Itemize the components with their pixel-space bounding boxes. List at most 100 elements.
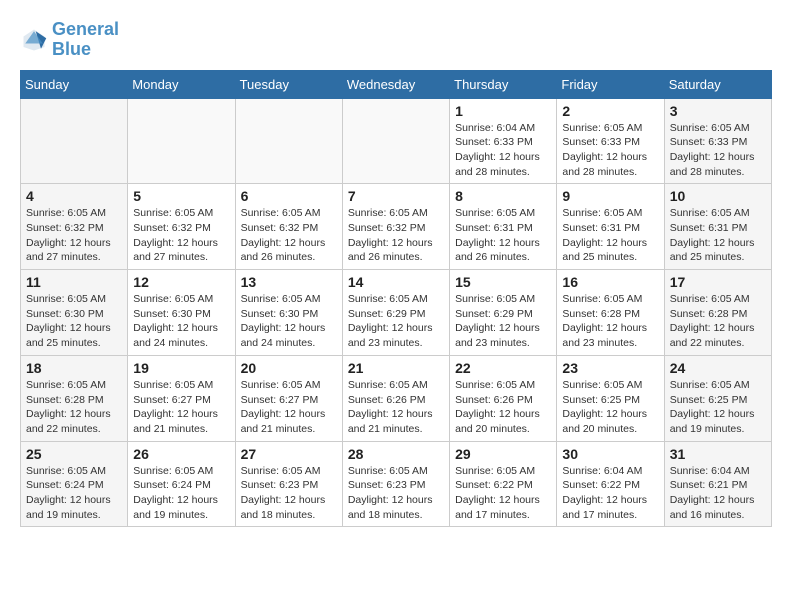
calendar-cell: 18 Sunrise: 6:05 AM Sunset: 6:28 PM Dayli… [21,355,128,441]
day-number: 22 [455,360,551,376]
logo: GeneralBlue [20,20,119,60]
day-info: Sunrise: 6:05 AM Sunset: 6:30 PM Dayligh… [241,292,337,351]
day-info: Sunrise: 6:05 AM Sunset: 6:32 PM Dayligh… [26,206,122,265]
day-info: Sunrise: 6:04 AM Sunset: 6:33 PM Dayligh… [455,121,551,180]
day-info: Sunrise: 6:05 AM Sunset: 6:22 PM Dayligh… [455,464,551,523]
day-info: Sunrise: 6:05 AM Sunset: 6:23 PM Dayligh… [241,464,337,523]
day-info: Sunrise: 6:05 AM Sunset: 6:32 PM Dayligh… [348,206,444,265]
day-number: 25 [26,446,122,462]
day-info: Sunrise: 6:05 AM Sunset: 6:33 PM Dayligh… [670,121,766,180]
calendar-cell: 14 Sunrise: 6:05 AM Sunset: 6:29 PM Dayli… [342,270,449,356]
day-number: 6 [241,188,337,204]
day-info: Sunrise: 6:05 AM Sunset: 6:31 PM Dayligh… [670,206,766,265]
day-number: 24 [670,360,766,376]
day-number: 28 [348,446,444,462]
calendar: SundayMondayTuesdayWednesdayThursdayFrid… [20,70,772,528]
calendar-week-row: 4 Sunrise: 6:05 AM Sunset: 6:32 PM Daylig… [21,184,772,270]
day-info: Sunrise: 6:05 AM Sunset: 6:28 PM Dayligh… [670,292,766,351]
calendar-cell: 10 Sunrise: 6:05 AM Sunset: 6:31 PM Dayli… [664,184,771,270]
day-info: Sunrise: 6:05 AM Sunset: 6:26 PM Dayligh… [348,378,444,437]
day-of-week-header: Thursday [450,70,557,98]
calendar-cell: 7 Sunrise: 6:05 AM Sunset: 6:32 PM Daylig… [342,184,449,270]
calendar-cell: 27 Sunrise: 6:05 AM Sunset: 6:23 PM Dayli… [235,441,342,527]
day-of-week-header: Wednesday [342,70,449,98]
day-info: Sunrise: 6:05 AM Sunset: 6:25 PM Dayligh… [670,378,766,437]
calendar-cell: 26 Sunrise: 6:05 AM Sunset: 6:24 PM Dayli… [128,441,235,527]
day-number: 10 [670,188,766,204]
day-number: 13 [241,274,337,290]
calendar-cell: 8 Sunrise: 6:05 AM Sunset: 6:31 PM Daylig… [450,184,557,270]
day-number: 27 [241,446,337,462]
day-info: Sunrise: 6:05 AM Sunset: 6:32 PM Dayligh… [241,206,337,265]
day-number: 2 [562,103,658,119]
logo-text: GeneralBlue [52,20,119,60]
calendar-header-row: SundayMondayTuesdayWednesdayThursdayFrid… [21,70,772,98]
calendar-cell: 21 Sunrise: 6:05 AM Sunset: 6:26 PM Dayli… [342,355,449,441]
day-number: 26 [133,446,229,462]
calendar-cell: 16Sunrise: 6:05 AM Sunset: 6:28 PM Dayli… [557,270,664,356]
day-info: Sunrise: 6:05 AM Sunset: 6:33 PM Dayligh… [562,121,658,180]
calendar-cell: 22Sunrise: 6:05 AM Sunset: 6:26 PM Dayli… [450,355,557,441]
day-info: Sunrise: 6:05 AM Sunset: 6:31 PM Dayligh… [562,206,658,265]
calendar-cell: 1 Sunrise: 6:04 AM Sunset: 6:33 PM Daylig… [450,98,557,184]
logo-icon [20,26,48,54]
day-info: Sunrise: 6:05 AM Sunset: 6:27 PM Dayligh… [133,378,229,437]
calendar-cell: 15Sunrise: 6:05 AM Sunset: 6:29 PM Dayli… [450,270,557,356]
day-number: 30 [562,446,658,462]
day-info: Sunrise: 6:05 AM Sunset: 6:25 PM Dayligh… [562,378,658,437]
day-info: Sunrise: 6:05 AM Sunset: 6:30 PM Dayligh… [133,292,229,351]
day-number: 7 [348,188,444,204]
day-info: Sunrise: 6:05 AM Sunset: 6:28 PM Dayligh… [562,292,658,351]
calendar-cell: 9Sunrise: 6:05 AM Sunset: 6:31 PM Daylig… [557,184,664,270]
day-info: Sunrise: 6:05 AM Sunset: 6:30 PM Dayligh… [26,292,122,351]
calendar-cell [235,98,342,184]
day-info: Sunrise: 6:05 AM Sunset: 6:32 PM Dayligh… [133,206,229,265]
day-number: 17 [670,274,766,290]
day-number: 4 [26,188,122,204]
day-info: Sunrise: 6:05 AM Sunset: 6:24 PM Dayligh… [133,464,229,523]
calendar-cell [21,98,128,184]
calendar-week-row: 11 Sunrise: 6:05 AM Sunset: 6:30 PM Dayli… [21,270,772,356]
calendar-cell: 11 Sunrise: 6:05 AM Sunset: 6:30 PM Dayli… [21,270,128,356]
day-info: Sunrise: 6:05 AM Sunset: 6:31 PM Dayligh… [455,206,551,265]
calendar-cell [128,98,235,184]
day-number: 1 [455,103,551,119]
calendar-week-row: 1 Sunrise: 6:04 AM Sunset: 6:33 PM Daylig… [21,98,772,184]
calendar-cell: 23Sunrise: 6:05 AM Sunset: 6:25 PM Dayli… [557,355,664,441]
calendar-cell: 5 Sunrise: 6:05 AM Sunset: 6:32 PM Daylig… [128,184,235,270]
day-number: 14 [348,274,444,290]
calendar-cell: 25Sunrise: 6:05 AM Sunset: 6:24 PM Dayli… [21,441,128,527]
calendar-week-row: 18 Sunrise: 6:05 AM Sunset: 6:28 PM Dayli… [21,355,772,441]
calendar-cell: 28Sunrise: 6:05 AM Sunset: 6:23 PM Dayli… [342,441,449,527]
calendar-cell: 17 Sunrise: 6:05 AM Sunset: 6:28 PM Dayli… [664,270,771,356]
calendar-cell: 3Sunrise: 6:05 AM Sunset: 6:33 PM Daylig… [664,98,771,184]
calendar-cell: 19 Sunrise: 6:05 AM Sunset: 6:27 PM Dayli… [128,355,235,441]
calendar-cell: 13 Sunrise: 6:05 AM Sunset: 6:30 PM Dayli… [235,270,342,356]
calendar-cell: 4 Sunrise: 6:05 AM Sunset: 6:32 PM Daylig… [21,184,128,270]
header: GeneralBlue [20,20,772,60]
day-info: Sunrise: 6:05 AM Sunset: 6:29 PM Dayligh… [348,292,444,351]
day-number: 21 [348,360,444,376]
day-info: Sunrise: 6:05 AM Sunset: 6:27 PM Dayligh… [241,378,337,437]
day-number: 8 [455,188,551,204]
day-of-week-header: Sunday [21,70,128,98]
day-of-week-header: Friday [557,70,664,98]
day-info: Sunrise: 6:05 AM Sunset: 6:29 PM Dayligh… [455,292,551,351]
calendar-cell: 24 Sunrise: 6:05 AM Sunset: 6:25 PM Dayli… [664,355,771,441]
day-number: 11 [26,274,122,290]
calendar-cell [342,98,449,184]
day-number: 18 [26,360,122,376]
day-number: 19 [133,360,229,376]
day-info: Sunrise: 6:04 AM Sunset: 6:21 PM Dayligh… [670,464,766,523]
day-of-week-header: Monday [128,70,235,98]
calendar-cell: 6 Sunrise: 6:05 AM Sunset: 6:32 PM Daylig… [235,184,342,270]
day-of-week-header: Tuesday [235,70,342,98]
calendar-cell: 2 Sunrise: 6:05 AM Sunset: 6:33 PM Daylig… [557,98,664,184]
day-info: Sunrise: 6:04 AM Sunset: 6:22 PM Dayligh… [562,464,658,523]
day-number: 31 [670,446,766,462]
day-number: 20 [241,360,337,376]
day-of-week-header: Saturday [664,70,771,98]
day-number: 5 [133,188,229,204]
day-info: Sunrise: 6:05 AM Sunset: 6:28 PM Dayligh… [26,378,122,437]
calendar-cell: 12Sunrise: 6:05 AM Sunset: 6:30 PM Dayli… [128,270,235,356]
